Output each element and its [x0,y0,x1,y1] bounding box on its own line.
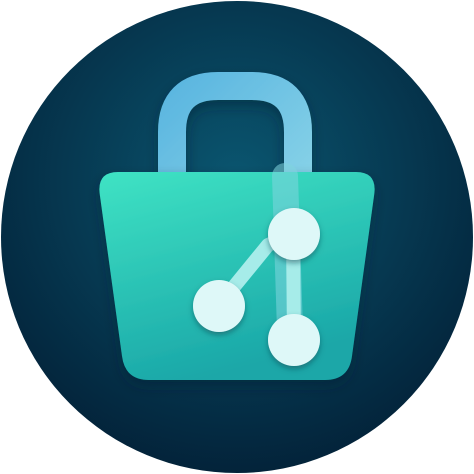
app-icon-canvas [0,0,474,474]
branch-node-left [193,280,245,332]
shopping-bag-branch-icon [1,1,473,473]
branch-node-top [268,208,320,260]
branch-node-bottom [268,314,320,366]
